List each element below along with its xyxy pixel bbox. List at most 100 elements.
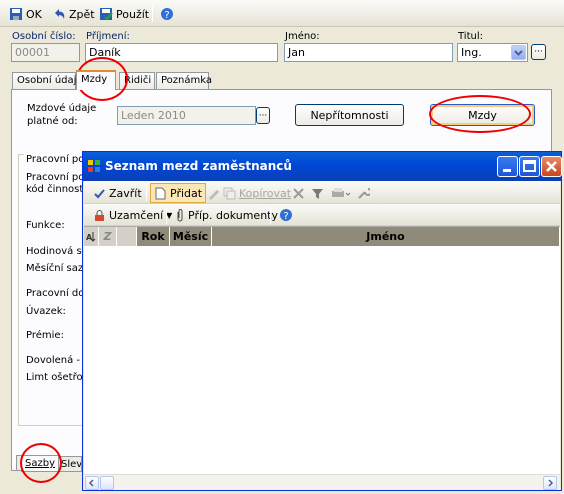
tab-osobni-udaje[interactable]: Osobní údaje bbox=[12, 72, 83, 89]
maximize-icon bbox=[523, 160, 536, 172]
grid-header-z[interactable]: Z bbox=[99, 227, 117, 246]
titul-more-button[interactable]: ··· bbox=[531, 44, 546, 60]
close-list-label: Zavřít bbox=[109, 186, 142, 200]
tools-button[interactable] bbox=[354, 183, 373, 203]
apply-icon bbox=[100, 8, 113, 21]
grid-row-selector-header[interactable]: A bbox=[84, 227, 99, 246]
close-icon bbox=[546, 161, 557, 172]
help-icon: ? bbox=[280, 209, 292, 222]
osobni-cislo-label: Osobní číslo: bbox=[12, 31, 76, 42]
grid-header-mesic[interactable]: Měsíc bbox=[170, 227, 212, 246]
tab-osobni-udaje-label: Osobní údaje bbox=[17, 75, 83, 86]
tab-slevy[interactable]: Slev bbox=[58, 456, 82, 472]
attached-documents-label: Příp. dokumenty bbox=[188, 208, 278, 222]
tab-ridici-label: Řidiči bbox=[124, 75, 152, 86]
app-icon bbox=[88, 160, 100, 172]
horizontal-scrollbar[interactable] bbox=[84, 474, 560, 490]
titul-value: Ing. bbox=[461, 46, 482, 59]
label-kod-cinnosti: kód činnosti bbox=[26, 184, 87, 195]
platne-label-1: Mzdové údaje bbox=[27, 103, 97, 114]
tab-mzdy[interactable]: Mzdy bbox=[76, 70, 116, 90]
minimize-button[interactable] bbox=[497, 156, 518, 177]
nepritomnosti-button[interactable]: Nepřítomnosti bbox=[295, 104, 404, 126]
tab-ridici[interactable]: Řidiči bbox=[119, 72, 155, 89]
help-icon: ? bbox=[161, 8, 173, 21]
minimize-icon bbox=[503, 169, 511, 172]
toolbar-separator bbox=[146, 184, 147, 201]
mzdy-button[interactable]: Mzdy bbox=[430, 104, 535, 126]
chevron-left-icon bbox=[88, 479, 94, 487]
jmeno-label: Jméno: bbox=[285, 31, 320, 42]
apply-label: Použít bbox=[116, 7, 150, 21]
platne-od-more-button[interactable]: ··· bbox=[256, 107, 270, 124]
jmeno-field[interactable]: Jan bbox=[284, 43, 453, 62]
label-pracovni-pomer: Pracovní po bbox=[26, 172, 85, 183]
tab-sazby[interactable]: Sazby bbox=[21, 455, 59, 472]
grid-header-rok[interactable]: Rok bbox=[137, 227, 170, 246]
back-button[interactable]: Zpět bbox=[49, 4, 98, 24]
toolbar-separator bbox=[152, 5, 153, 22]
delete-icon bbox=[293, 187, 304, 199]
ok-button[interactable]: OK bbox=[6, 4, 45, 24]
tab-slevy-label: Slev bbox=[61, 459, 82, 470]
svg-text:?: ? bbox=[283, 211, 288, 222]
attached-documents-button[interactable]: Příp. dokumenty bbox=[172, 205, 281, 225]
main-toolbar: OK Zpět Použít ? bbox=[0, 0, 564, 27]
platne-label-2: platné od: bbox=[27, 116, 78, 127]
tab-poznamka-label: Poznámka bbox=[161, 75, 212, 86]
back-label: Zpět bbox=[69, 7, 95, 21]
scroll-thumb[interactable] bbox=[100, 476, 114, 490]
close-list-button[interactable]: Zavřít bbox=[90, 183, 145, 203]
prijmeni-field[interactable]: Daník bbox=[85, 43, 278, 62]
paperclip-icon bbox=[177, 208, 183, 221]
filter-icon bbox=[312, 188, 323, 199]
lock-label: Uzamčení bbox=[109, 208, 164, 222]
copy-label: Kopírovat bbox=[239, 186, 292, 200]
toolbar-separator bbox=[166, 207, 167, 224]
close-window-button[interactable] bbox=[541, 156, 562, 177]
maximize-button[interactable] bbox=[519, 156, 540, 177]
window-title: Seznam mezd zaměstnanců bbox=[105, 159, 292, 173]
seznam-mezd-window: Seznam mezd zaměstnanců Zavřít Přidat Ko… bbox=[82, 151, 562, 491]
scroll-left-button[interactable] bbox=[85, 476, 99, 490]
titul-label: Titul: bbox=[458, 31, 483, 42]
ok-label: OK bbox=[26, 7, 42, 21]
mzdy-grid: A Z Rok Měsíc Jméno bbox=[84, 226, 560, 490]
label-mesicni-sazba: Měsíční sazb bbox=[26, 263, 90, 274]
scroll-right-button[interactable] bbox=[543, 476, 557, 490]
nepritomnosti-button-label: Nepřítomnosti bbox=[310, 108, 389, 122]
grid-header-blank[interactable] bbox=[117, 227, 137, 246]
titul-dropdown-button[interactable] bbox=[511, 45, 526, 60]
popup-toolbar-1: Zavřít Přidat Kopírovat bbox=[84, 181, 560, 204]
tab-poznamka[interactable]: Poznámka bbox=[156, 72, 212, 89]
save-icon bbox=[10, 8, 22, 20]
print-button[interactable] bbox=[328, 183, 354, 203]
svg-text:?: ? bbox=[164, 10, 169, 21]
filter-button[interactable] bbox=[308, 183, 327, 203]
window-titlebar[interactable]: Seznam mezd zaměstnanců bbox=[83, 152, 562, 181]
delete-button[interactable] bbox=[289, 183, 308, 203]
add-button[interactable]: Přidat bbox=[150, 183, 207, 203]
toolbar-separator bbox=[270, 207, 271, 224]
group-title: Pracovní po bbox=[24, 154, 87, 165]
prijmeni-label: Příjmení: bbox=[86, 31, 130, 42]
osobni-cislo-field[interactable]: 00001 bbox=[11, 43, 80, 62]
grid-header-jmeno[interactable]: Jméno bbox=[212, 227, 560, 246]
label-hodinova-sazba: Hodinová sa bbox=[26, 246, 88, 257]
copy-button[interactable]: Kopírovat bbox=[220, 183, 294, 203]
printer-icon bbox=[332, 187, 351, 197]
label-limit-osetrovani: Limt ošetřov bbox=[26, 372, 89, 383]
help-button[interactable]: ? bbox=[157, 4, 177, 24]
add-label: Přidat bbox=[170, 186, 203, 200]
platne-od-field[interactable]: Leden 2010 bbox=[117, 106, 256, 125]
apply-button[interactable]: Použít bbox=[96, 4, 152, 24]
copy-icon bbox=[223, 187, 236, 199]
new-document-icon bbox=[155, 187, 166, 199]
popup-help-button[interactable]: ? bbox=[276, 205, 296, 225]
chevron-down-icon bbox=[514, 50, 523, 56]
checkmark-icon bbox=[94, 188, 105, 198]
titul-select[interactable]: Ing. bbox=[457, 43, 528, 62]
label-dovolena: Dovolená - n bbox=[26, 355, 90, 366]
lock-icon bbox=[95, 209, 104, 221]
lock-menu-button[interactable]: Uzamčení ▼ bbox=[90, 205, 175, 225]
